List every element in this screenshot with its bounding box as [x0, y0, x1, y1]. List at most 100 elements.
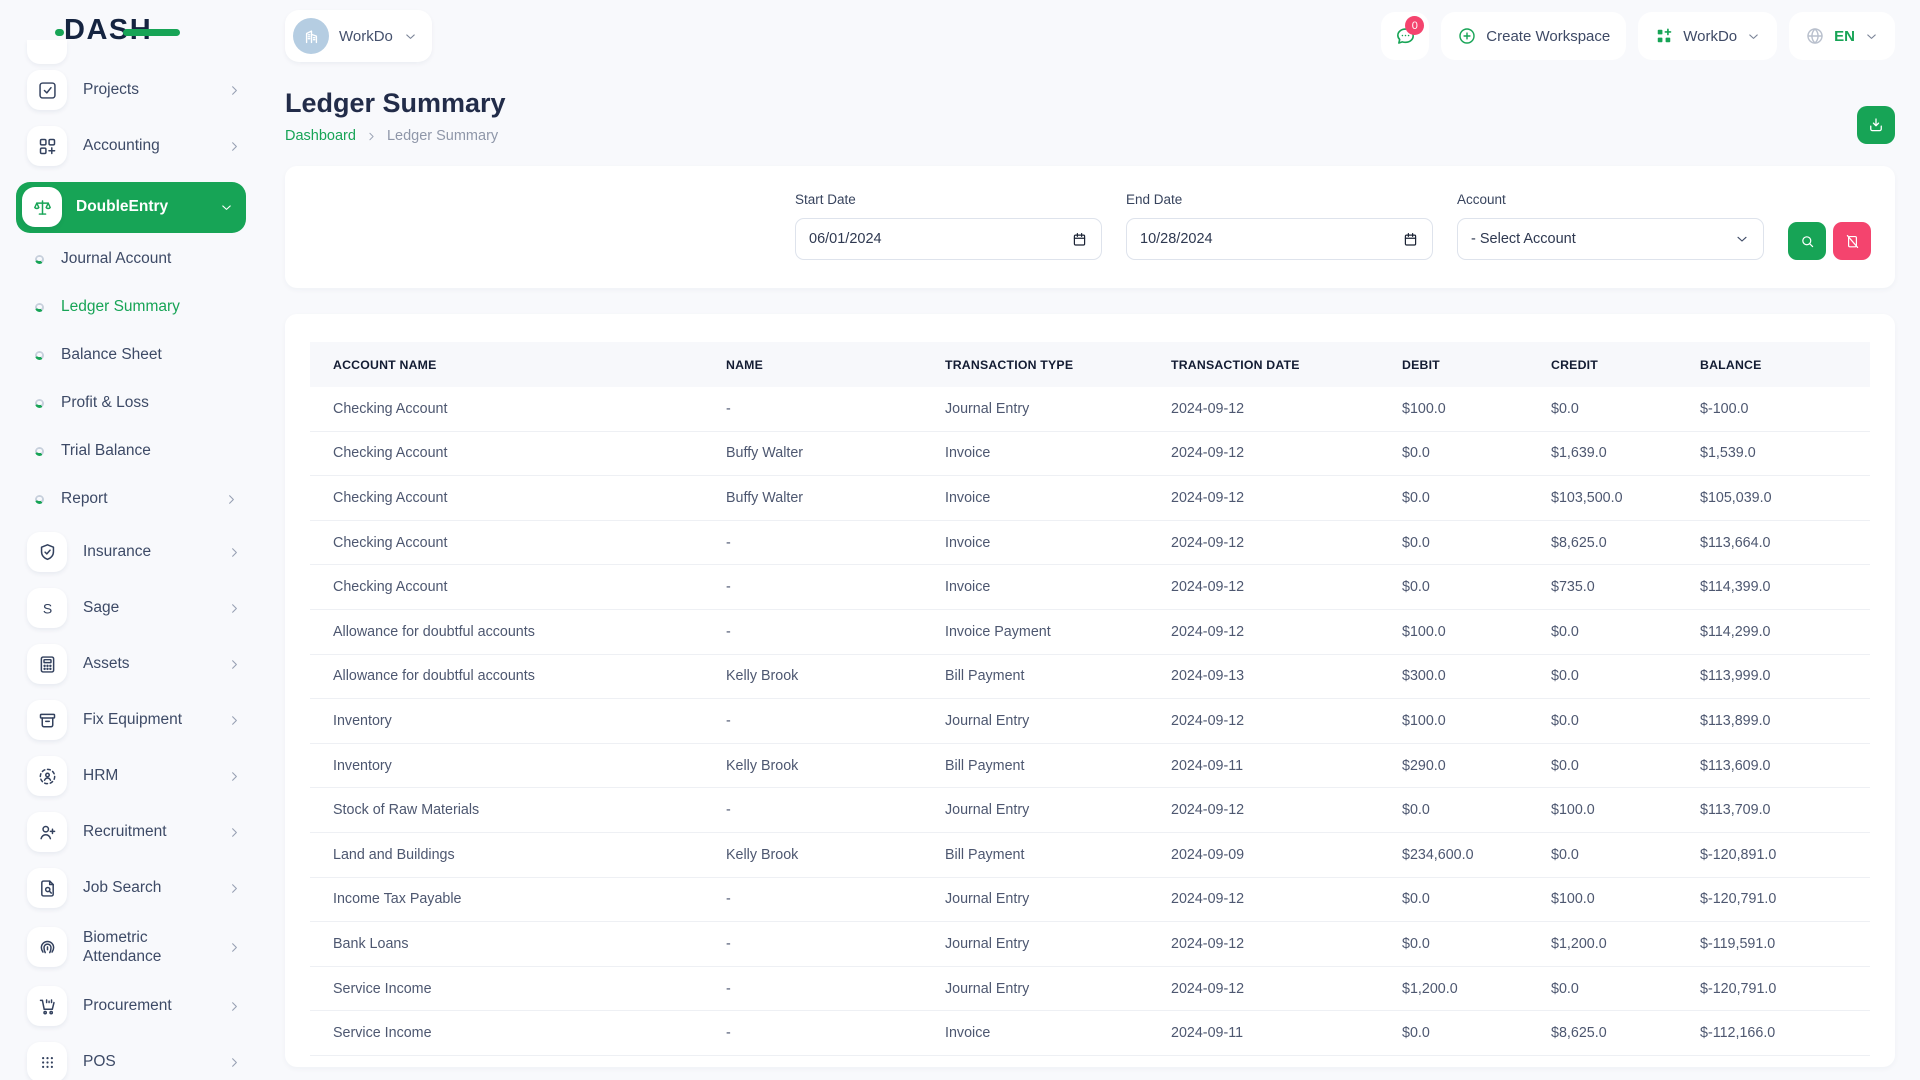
cell-transaction-date: 2024-09-09: [1171, 847, 1402, 863]
cell-debit: $0.0: [1402, 490, 1551, 506]
logo-green-dash: [123, 29, 180, 36]
start-date-input[interactable]: 06/01/2024: [795, 218, 1102, 260]
chevron-right-icon: [227, 999, 242, 1014]
cell-debit: $0.0: [1402, 445, 1551, 461]
sidebar-item-insurance[interactable]: Insurance: [27, 532, 242, 572]
workspace-dropdown[interactable]: WorkDo: [1638, 12, 1777, 60]
cell-transaction-date: 2024-09-12: [1171, 802, 1402, 818]
column-header-transaction-type: TRANSACTION TYPE: [945, 358, 1171, 372]
cell-account-name: Allowance for doubtful accounts: [333, 668, 726, 684]
building-icon: [293, 18, 329, 54]
grid-plus-icon: [27, 126, 67, 166]
column-header-credit: CREDIT: [1551, 358, 1700, 372]
sidebar-item-label: Insurance: [83, 543, 151, 561]
sidebar-item-recruitment[interactable]: Recruitment: [27, 812, 242, 852]
workspace-dropdown-label: WorkDo: [1683, 28, 1737, 45]
sidebar-item-sage[interactable]: SSage: [27, 588, 242, 628]
sidebar-subitem-journal-account[interactable]: Journal Account: [20, 235, 242, 283]
table-row: Income Tax Payable-Journal Entry2024-09-…: [310, 878, 1870, 923]
bullet-icon: [35, 351, 44, 360]
sidebar-item-accounting[interactable]: Accounting: [27, 126, 242, 166]
breadcrumb-dashboard-link[interactable]: Dashboard: [285, 128, 356, 144]
download-button[interactable]: [1857, 106, 1895, 144]
reset-icon: [1844, 233, 1861, 250]
workspace-selector[interactable]: WorkDo: [285, 10, 432, 62]
cell-credit: $100.0: [1551, 891, 1700, 907]
shield-check-icon: [27, 532, 67, 572]
archive-icon: [27, 700, 67, 740]
cell-balance: $-120,791.0: [1700, 981, 1852, 997]
sidebar-item-job-search[interactable]: Job Search: [27, 868, 242, 908]
cell-credit: $1,200.0: [1551, 936, 1700, 952]
sidebar-subitem-label: Profit & Loss: [61, 394, 149, 412]
cell-transaction-type: Journal Entry: [945, 713, 1171, 729]
account-select[interactable]: - Select Account: [1457, 218, 1764, 260]
cell-transaction-date: 2024-09-12: [1171, 579, 1402, 595]
sidebar-subitem-ledger-summary[interactable]: Ledger Summary: [20, 283, 242, 331]
cell-credit: $0.0: [1551, 401, 1700, 417]
cart-icon: [27, 986, 67, 1026]
sidebar-items: ProjectsAccountingDoubleEntryJournal Acc…: [20, 70, 242, 1080]
cell-debit: $300.0: [1402, 668, 1551, 684]
cell-name: -: [726, 579, 945, 595]
table-row: Checking AccountBuffy WalterInvoice2024-…: [310, 476, 1870, 521]
cell-account-name: Service Income: [333, 1025, 726, 1041]
cell-transaction-date: 2024-09-12: [1171, 535, 1402, 551]
cell-balance: $-119,591.0: [1700, 936, 1852, 952]
sidebar-subitem-trial-balance[interactable]: Trial Balance: [20, 427, 242, 475]
sidebar-item-projects[interactable]: Projects: [27, 70, 242, 110]
sidebar-item-doubleentry[interactable]: DoubleEntry: [16, 182, 246, 233]
cell-transaction-type: Invoice: [945, 1025, 1171, 1041]
cell-account-name: Stock of Raw Materials: [333, 802, 726, 818]
cell-name: Kelly Brook: [726, 847, 945, 863]
topbar: WorkDo 0 Create Workspace WorkDo EN: [285, 10, 1895, 62]
messages-badge: 0: [1405, 16, 1424, 35]
column-header-name: NAME: [726, 358, 945, 372]
language-selector[interactable]: EN: [1789, 12, 1895, 60]
end-date-input[interactable]: 10/28/2024: [1126, 218, 1433, 260]
sidebar-item-pos[interactable]: POS: [27, 1042, 242, 1080]
check-square-icon: [27, 70, 67, 110]
user-plus-icon: [27, 812, 67, 852]
dots-grid-icon: [27, 1042, 67, 1080]
search-button[interactable]: [1788, 222, 1826, 260]
cell-balance: $105,039.0: [1700, 490, 1852, 506]
sidebar-subitem-report[interactable]: Report: [20, 475, 242, 523]
table-row: Allowance for doubtful accounts-Invoice …: [310, 610, 1870, 655]
sidebar-item-hrm[interactable]: HRM: [27, 756, 242, 796]
create-workspace-button[interactable]: Create Workspace: [1441, 12, 1626, 60]
cell-transaction-type: Invoice: [945, 490, 1171, 506]
workspace-name: WorkDo: [339, 28, 393, 45]
cell-account-name: Allowance for doubtful accounts: [333, 624, 726, 640]
cell-account-name: Land and Buildings: [333, 847, 726, 863]
sidebar-item-fix-equipment[interactable]: Fix Equipment: [27, 700, 242, 740]
cell-name: -: [726, 891, 945, 907]
cell-debit: $100.0: [1402, 713, 1551, 729]
chevron-right-icon: [227, 139, 242, 154]
sidebar-item-label: Assets: [83, 655, 130, 673]
sidebar-subitem-profit-loss[interactable]: Profit & Loss: [20, 379, 242, 427]
cell-debit: $234,600.0: [1402, 847, 1551, 863]
cell-account-name: Checking Account: [333, 490, 726, 506]
sidebar-subitem-balance-sheet[interactable]: Balance Sheet: [20, 331, 242, 379]
cell-balance: $113,709.0: [1700, 802, 1852, 818]
reset-filter-button[interactable]: [1833, 222, 1871, 260]
sidebar-item-label: POS: [83, 1053, 116, 1071]
cell-transaction-type: Journal Entry: [945, 891, 1171, 907]
chevron-right-icon: [227, 713, 242, 728]
account-group: Account - Select Account: [1457, 192, 1764, 260]
table-row: Inventory-Journal Entry2024-09-12$100.0$…: [310, 699, 1870, 744]
cell-transaction-date: 2024-09-12: [1171, 936, 1402, 952]
table-row: Checking AccountBuffy WalterInvoice2024-…: [310, 432, 1870, 477]
sidebar-item-assets[interactable]: Assets: [27, 644, 242, 684]
messages-button[interactable]: 0: [1381, 12, 1429, 60]
cell-name: Buffy Walter: [726, 490, 945, 506]
cell-balance: $-120,891.0: [1700, 847, 1852, 863]
cell-balance: $1,539.0: [1700, 445, 1852, 461]
cell-transaction-type: Journal Entry: [945, 981, 1171, 997]
cell-transaction-type: Invoice: [945, 445, 1171, 461]
cell-debit: $100.0: [1402, 401, 1551, 417]
sidebar-item-procurement[interactable]: Procurement: [27, 986, 242, 1026]
cell-credit: $0.0: [1551, 847, 1700, 863]
sidebar-item-biometric-attendance[interactable]: Biometric Attendance: [27, 924, 242, 970]
